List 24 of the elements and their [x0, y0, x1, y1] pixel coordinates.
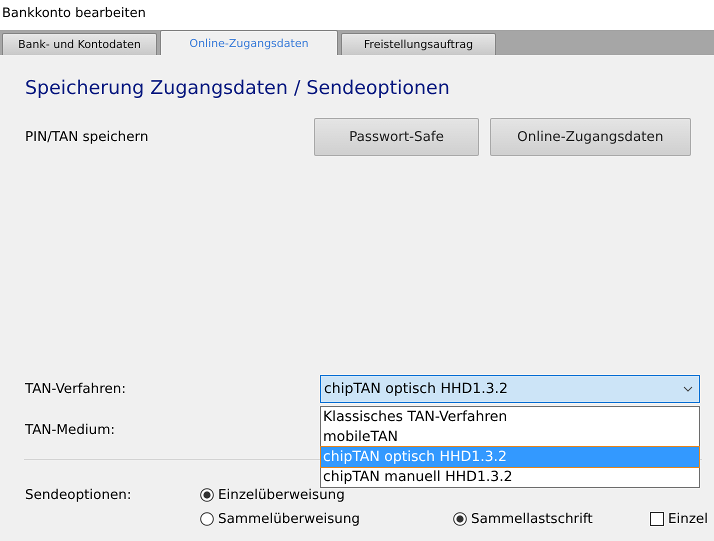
chevron-down-icon [683, 386, 693, 392]
dropdown[interactable]: chipTAN optisch HHD1.3.2 [320, 375, 700, 403]
window-title: Bankkonto bearbeiten [0, 0, 714, 30]
dropdown-option[interactable]: chipTAN manuell HHD1.3.2 [321, 467, 699, 487]
radio-option[interactable]: Einzelüberweisung [200, 487, 453, 503]
dialog-button[interactable]: Passwort-Safe [314, 118, 479, 156]
tab[interactable]: Freistellungsauftrag [341, 33, 496, 55]
field-label: Sendeoptionen: [25, 487, 132, 503]
dropdown-option[interactable]: mobileTAN [321, 427, 699, 447]
field-label: TAN-Verfahren: [25, 381, 127, 397]
radio-option[interactable]: Sammelüberweisung [200, 511, 453, 527]
tab[interactable]: Bank- und Kontodaten [2, 33, 157, 55]
radio-option[interactable]: Sammellastschrift [453, 511, 650, 527]
checkbox-icon [650, 512, 664, 526]
radio-icon [453, 512, 467, 526]
field-label: PIN/TAN speichern [25, 129, 150, 145]
field-label: TAN-Medium: [25, 422, 115, 438]
checkbox-option[interactable]: Einzel [650, 511, 708, 527]
radio-icon [200, 488, 214, 502]
radio-icon [200, 512, 214, 526]
tab[interactable]: Online-Zugangsdaten [160, 30, 338, 55]
dialog-button[interactable]: Online-Zugangsdaten [490, 118, 691, 156]
section-heading: Speicherung Zugangsdaten / Sendeoptionen [25, 77, 451, 99]
dropdown-option[interactable]: Klassisches TAN-Verfahren [321, 407, 699, 427]
